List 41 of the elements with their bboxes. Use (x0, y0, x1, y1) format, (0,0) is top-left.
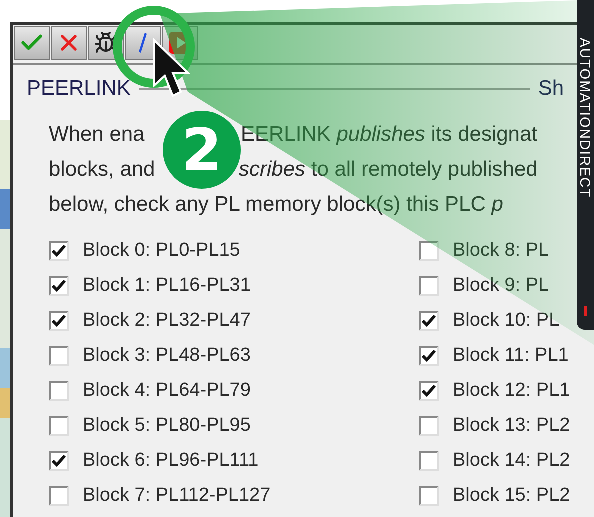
checkbox[interactable] (49, 381, 69, 401)
checkbox[interactable] (49, 346, 69, 366)
checkbox[interactable] (49, 416, 69, 436)
ok-button[interactable] (14, 26, 50, 60)
block-label: Block 8: PL (453, 238, 550, 263)
block-label: Block 10: PL (453, 308, 560, 333)
checkbox[interactable] (49, 276, 69, 296)
group-title: PEERLINK (27, 76, 131, 102)
description-text: scribes to all remotely published (239, 158, 538, 180)
block-label: Block 11: PL1 (453, 344, 569, 368)
checkbox[interactable] (49, 241, 69, 261)
checkbox[interactable] (49, 451, 69, 471)
block-label: Block 9: PL (453, 274, 550, 298)
block-label: Block 5: PL80-PL95 (83, 414, 251, 438)
checkbox[interactable] (49, 486, 69, 506)
checkbox[interactable] (419, 276, 439, 296)
block-label: Block 12: PL1 (453, 378, 570, 403)
checkbox[interactable] (419, 346, 439, 366)
block-label: Block 4: PL64-PL79 (83, 378, 251, 403)
description-text: below, check any PL memory block(s) this PLC p (49, 192, 504, 216)
description-text: blocks, and (49, 158, 156, 180)
checkbox[interactable] (49, 311, 69, 331)
checkbox[interactable] (419, 416, 439, 436)
brand-text: AUTOMATIONDIRECT (578, 38, 594, 198)
block-label: Block 3: PL48-PL63 (83, 344, 251, 368)
block-label: Block 2: PL32-PL47 (83, 308, 251, 333)
description-text: When ena (49, 122, 145, 146)
checkbox[interactable] (419, 311, 439, 331)
block-label: Block 15: PL2 (453, 484, 570, 508)
checkbox[interactable] (419, 451, 439, 471)
block-label: Block 6: PL96-PL111 (83, 448, 259, 473)
pen-icon (138, 32, 148, 54)
checkbox[interactable] (419, 486, 439, 506)
block-label: Block 13: PL2 (453, 414, 570, 438)
checkbox[interactable] (419, 381, 439, 401)
block-label: Block 14: PL2 (453, 448, 570, 473)
block-label: Block 0: PL0-PL15 (83, 238, 240, 263)
group-label: Sh (538, 76, 565, 102)
block-label: Block 1: PL16-PL31 (83, 274, 251, 298)
cancel-button[interactable] (51, 26, 87, 60)
block-label: Block 7: PL112-PL127 (83, 484, 271, 508)
